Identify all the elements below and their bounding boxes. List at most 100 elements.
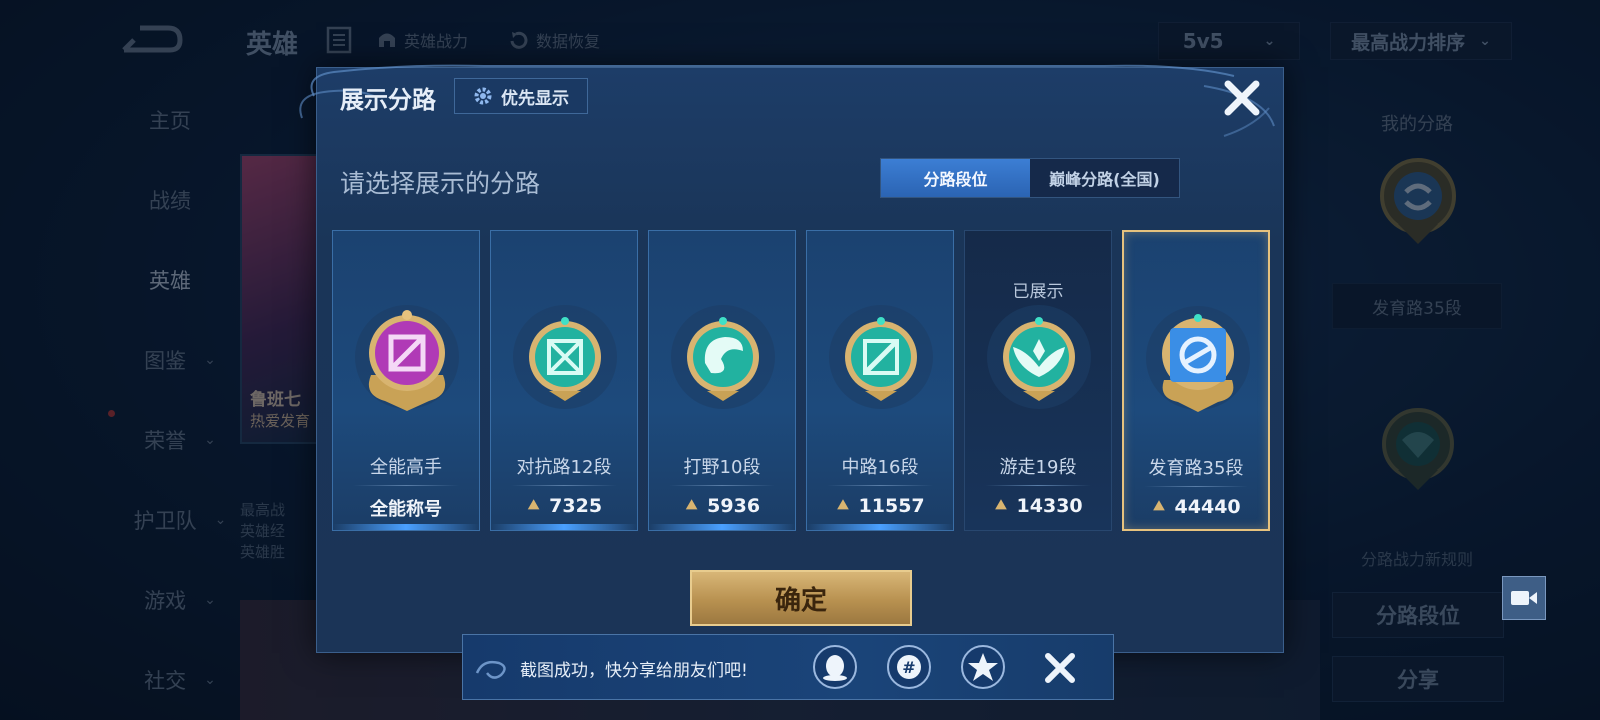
lane-power-value: 14330 [1016,495,1083,517]
roam-badge-icon [1382,408,1454,490]
sidebar-item-home[interactable]: 主页 [110,100,230,140]
lane-name: 发育路35段 [1148,458,1244,479]
my-lane-title: 我的分路 [1381,114,1453,135]
lane-power-value: 11557 [858,495,925,517]
lane-card-farm[interactable]: 发育路35段 ⯅ 44440 [1122,230,1270,531]
sidebar-item-label: 英雄 [149,269,191,293]
combat-power-icon: ⯅ [835,495,851,517]
lane-card-roam[interactable]: 已展示 游走19段 ⯅ 14330 [964,230,1112,531]
chevron-down-icon: ⌄ [214,512,227,528]
card-glow [491,524,637,530]
lane-name: 中路16段 [841,457,919,478]
lane-divider [985,485,1091,486]
close-icon[interactable] [1220,76,1264,120]
swirl-icon [475,660,506,679]
combat-power-icon: ⯅ [683,495,700,517]
lane-card-jungle[interactable]: 打野10段 ⯅ 5936 [648,230,796,531]
sort-select-value: 最高战力排序 [1351,31,1466,54]
lane-name: 打野10段 [683,457,761,478]
lane-power: ⯅ 5936 [649,495,795,517]
modal-title: 展示分路 [340,86,436,114]
data-restore-link[interactable]: 数据恢复 [508,28,600,52]
lane-divider [511,485,617,486]
hero-info: 最高战 英雄经 英雄胜 [240,500,320,563]
lane-power-value: 7325 [549,495,603,517]
data-restore-label: 数据恢复 [536,32,601,51]
chevron-down-icon: ⌄ [1479,33,1491,49]
sidebar-item-social[interactable]: 社交 ⌄ [120,660,240,700]
hero-name: 鲁班七 [250,390,301,410]
qq-icon[interactable] [812,644,858,690]
record-button[interactable] [1502,576,1546,620]
lane-power: ⯅ 14330 [965,495,1111,517]
close-icon[interactable] [1040,648,1080,688]
jungle-icon [671,305,775,409]
document-icon[interactable] [326,26,352,54]
roam-icon [987,305,1091,409]
toast-message: 截图成功，快分享给朋友们吧! [520,661,748,681]
lane-name: 游走19段 [999,457,1077,478]
lane-power-value: 44440 [1174,496,1241,518]
combat-power-icon: ⯅ [993,495,1009,517]
sidebar-item-label: 主页 [149,109,191,133]
chevron-down-icon: ⌄ [1263,33,1276,49]
lane-name: 对抗路12段 [516,457,612,478]
lane-divider [827,485,933,486]
sidebar-item-label: 荣誉 [144,429,187,453]
sidebar-item-label: 护卫队 [133,509,197,533]
chevron-down-icon: ⌄ [204,592,216,608]
lane-card-all-rounder[interactable]: 全能高手 全能称号 [332,230,480,531]
mid-lane-icon [829,305,933,409]
tab-peak-lane[interactable]: 巅峰分路(全国) [1030,159,1179,197]
card-glow [649,524,795,530]
combat-power-icon: ⯅ [1151,496,1167,518]
all-rounder-icon [355,305,459,411]
hero-tag: 热爱发育 [250,412,311,430]
mode-select-value: 5v5 [1182,29,1224,53]
hero-info-line: 英雄胜 [240,543,286,561]
clash-lane-icon [513,305,617,409]
gear-icon [474,87,492,105]
chevron-down-icon: ⌄ [204,672,216,688]
sidebar-item-games[interactable]: 游戏 ⌄ [120,580,240,620]
sidebar-item-codex[interactable]: 图鉴 ⌄ [120,340,240,380]
sidebar-item-label: 战绩 [149,189,191,213]
lane-power: ⯅ 44440 [1124,496,1268,518]
sidebar-item-label: 游戏 [144,589,187,613]
helmet-icon [379,33,395,47]
hero-info-line: 最高战 [240,501,286,519]
notification-dot [108,410,115,417]
combat-power-icon: ⯅ [525,495,542,517]
lane-card-clash[interactable]: 对抗路12段 ⯅ 7325 [490,230,638,531]
sidebar-item-guard[interactable]: 护卫队 ⌄ [120,500,240,540]
qzone-icon[interactable] [960,644,1006,690]
lane-name: 全能高手 [370,457,442,478]
chevron-down-icon: ⌄ [204,352,216,368]
lane-rule-link[interactable]: 分路战力新规则 [1322,546,1512,570]
lane-power: ⯅ 7325 [491,495,637,517]
tab-lane-rank[interactable]: 分路段位 [881,159,1030,197]
hero-power-link[interactable]: 英雄战力 [376,28,468,52]
sort-select[interactable]: 最高战力排序 ⌄ [1330,22,1512,60]
chevron-down-icon: ⌄ [204,432,216,448]
lane-card-mid[interactable]: 中路16段 ⯅ 11557 [806,230,954,531]
mode-select[interactable]: 5v5 ⌄ [1158,22,1300,60]
modal-subtitle: 请选择展示的分路 [340,169,541,198]
sidebar-item-label: 图鉴 [144,349,187,373]
sidebar-item-honor[interactable]: 荣誉 ⌄ [120,420,240,460]
sidebar-item-stats[interactable]: 战绩 [110,180,230,220]
my-lane-label: 发育路35段 [1332,283,1502,329]
lane-divider [1144,486,1248,487]
lane-tabs: 分路段位 巅峰分路(全国) [880,158,1180,198]
restore-icon [510,31,528,49]
sidebar-item-heroes[interactable]: 英雄 [110,260,230,300]
share-button[interactable]: 分享 [1332,656,1504,702]
lane-footer: 全能称号 [370,499,442,520]
wechat-moments-icon[interactable]: # [886,644,932,690]
priority-display-button[interactable]: 优先显示 [454,78,588,114]
lane-rank-button[interactable]: 分路段位 [1332,592,1504,638]
lane-divider [669,485,775,486]
back-icon[interactable] [120,22,184,54]
hero-info-line: 英雄经 [240,522,286,540]
confirm-button[interactable]: 确定 [690,570,912,626]
